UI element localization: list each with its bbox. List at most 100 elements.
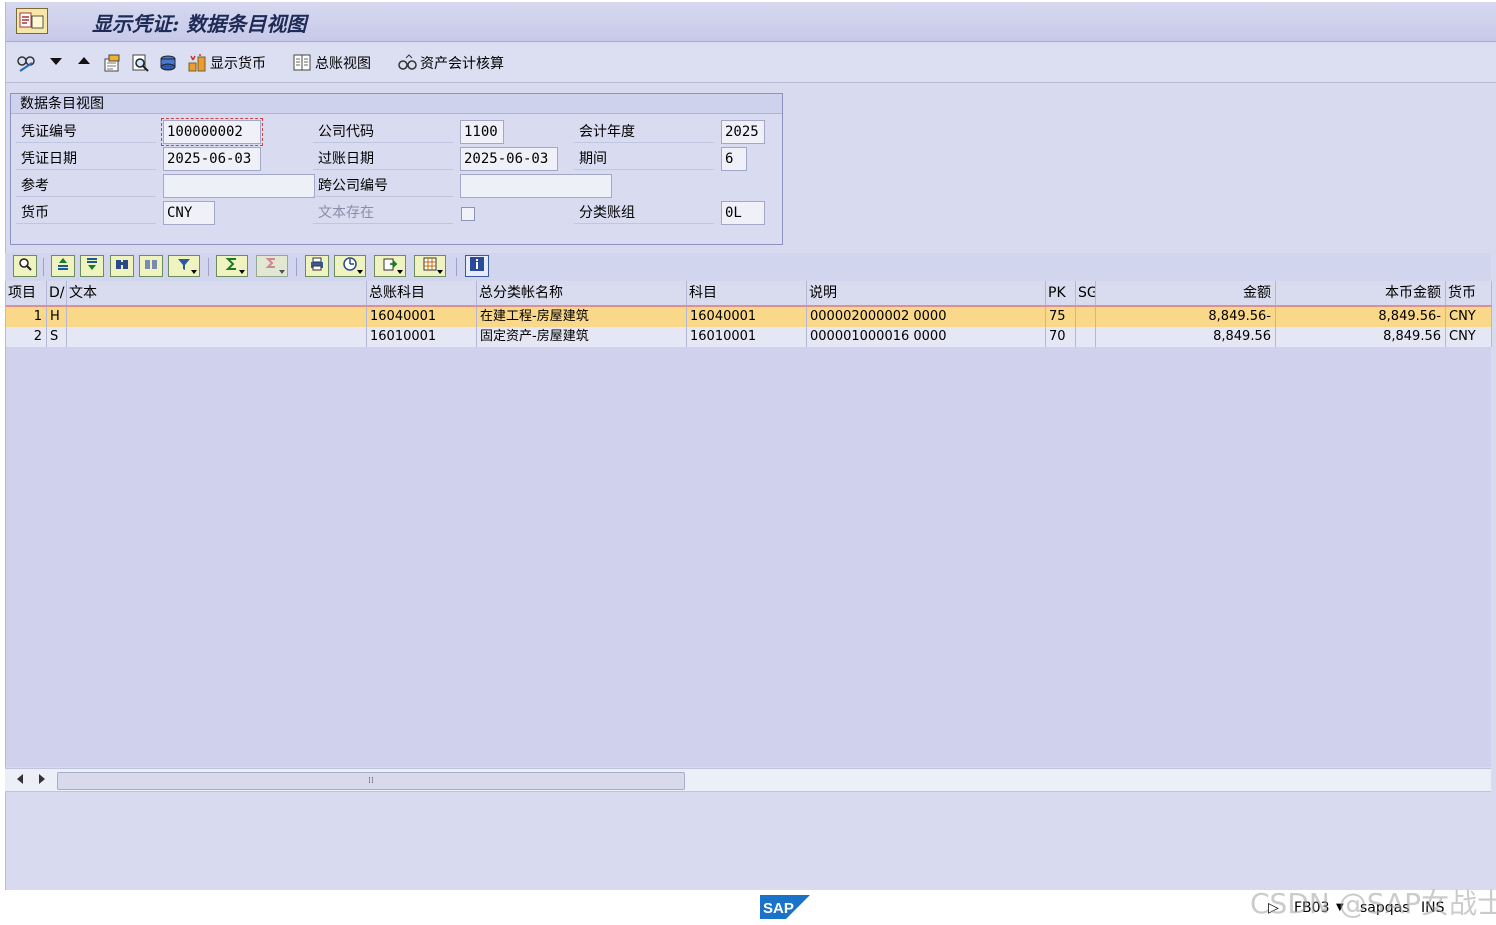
period-label: 期间 bbox=[574, 148, 714, 170]
scroll-thumb[interactable]: ⁞⁞ bbox=[57, 772, 685, 790]
export-icon bbox=[382, 256, 398, 276]
info-button[interactable] bbox=[465, 255, 489, 277]
col-local-amount[interactable]: 本币金额 bbox=[1276, 281, 1446, 305]
fiscal-year-field[interactable]: 2025 bbox=[721, 120, 765, 144]
transaction-icon[interactable] bbox=[16, 8, 48, 34]
col-account[interactable]: 科目 bbox=[687, 281, 807, 305]
gear-glasses-icon bbox=[397, 53, 417, 73]
cell-gl-account: 16040001 bbox=[367, 307, 477, 327]
cell-item: 1 bbox=[6, 307, 47, 327]
table-row[interactable]: 2 S 16010001 固定资产-房屋建筑 16010001 00000100… bbox=[6, 327, 1492, 347]
cross-company-field[interactable] bbox=[460, 174, 612, 198]
currency-icon bbox=[187, 53, 207, 73]
col-dc[interactable]: D/ bbox=[47, 281, 67, 305]
subtotal-button[interactable] bbox=[256, 255, 288, 277]
col-text[interactable]: 文本 bbox=[67, 281, 367, 305]
gl-view-button[interactable]: 总账视图 bbox=[292, 51, 371, 75]
cell-text bbox=[67, 307, 367, 327]
next-item-button[interactable] bbox=[48, 51, 64, 75]
printer-icon bbox=[309, 256, 325, 276]
details-button[interactable] bbox=[13, 255, 37, 277]
views-button[interactable] bbox=[334, 255, 366, 277]
cell-account: 16010001 bbox=[687, 327, 807, 347]
cell-gl-account: 16010001 bbox=[367, 327, 477, 347]
col-description[interactable]: 说明 bbox=[807, 281, 1046, 305]
doc-date-field[interactable]: 2025-06-03 bbox=[163, 147, 261, 171]
ledger-group-field[interactable]: 0L bbox=[721, 201, 765, 225]
gl-view-label: 总账视图 bbox=[315, 56, 371, 72]
display-currency-button[interactable]: 显示货币 bbox=[187, 51, 266, 75]
currency-field[interactable]: CNY bbox=[163, 201, 215, 225]
col-gl-name[interactable]: 总分类帐名称 bbox=[477, 281, 687, 305]
doc-number-label: 凭证编号 bbox=[16, 121, 156, 143]
toolbar-separator bbox=[208, 258, 209, 276]
cell-text bbox=[67, 327, 367, 347]
cell-local-amount: 8,849.56- bbox=[1276, 307, 1446, 327]
header-panel: 数据条目视图 凭证编号 100000002 公司代码 1100 会计年度 202… bbox=[10, 93, 783, 245]
alv-toolbar bbox=[5, 253, 1491, 281]
layout-button[interactable] bbox=[414, 255, 446, 277]
glasses-pencil-icon bbox=[16, 53, 36, 73]
scroll-right-icon[interactable] bbox=[39, 774, 45, 784]
views-icon bbox=[342, 256, 358, 276]
cross-company-label: 跨公司编号 bbox=[313, 175, 453, 197]
cell-description: 000002000002 0000 bbox=[807, 307, 1046, 327]
taxes-button[interactable] bbox=[158, 51, 178, 75]
ledger-group-label: 分类账组 bbox=[574, 202, 714, 224]
svg-text:SAP: SAP bbox=[763, 900, 794, 917]
fiscal-year-label: 会计年度 bbox=[574, 121, 714, 143]
col-pk[interactable]: PK bbox=[1046, 281, 1076, 305]
stack-icon bbox=[158, 53, 178, 73]
text-exists-label: 文本存在 bbox=[313, 202, 453, 224]
binoculars-plus-icon bbox=[143, 256, 159, 276]
col-sg[interactable]: SG bbox=[1076, 281, 1096, 305]
cell-gl-name: 在建工程-房屋建筑 bbox=[477, 307, 687, 327]
print-button[interactable] bbox=[305, 255, 329, 277]
sort-ascending-icon bbox=[55, 256, 71, 276]
find-next-button[interactable] bbox=[139, 255, 163, 277]
cell-amount: 8,849.56- bbox=[1096, 307, 1276, 327]
sap-logo: SAP bbox=[760, 895, 810, 919]
grid-header: 项目 D/ 文本 总账科目 总分类帐名称 科目 说明 PK SG 金额 本币金额… bbox=[6, 281, 1492, 307]
reference-field[interactable] bbox=[163, 174, 315, 198]
cell-currency: CNY bbox=[1446, 327, 1492, 347]
magnifier-document-icon bbox=[130, 53, 150, 73]
doc-number-field[interactable]: 100000002 bbox=[161, 118, 263, 146]
text-exists-checkbox[interactable] bbox=[461, 207, 475, 221]
filter-button[interactable] bbox=[168, 255, 200, 277]
horizontal-scrollbar[interactable]: ⁞⁞ bbox=[5, 768, 1491, 792]
section-title: 数据条目视图 bbox=[11, 94, 782, 114]
cell-pk: 75 bbox=[1046, 307, 1076, 327]
table-row[interactable]: 1 H 16040001 在建工程-房屋建筑 16040001 00000200… bbox=[6, 307, 1492, 327]
subtotal-icon bbox=[264, 256, 280, 276]
find-button[interactable] bbox=[110, 255, 134, 277]
period-field[interactable]: 6 bbox=[721, 147, 747, 171]
info-icon bbox=[469, 256, 485, 276]
magnifier-icon bbox=[17, 256, 33, 276]
col-amount[interactable]: 金额 bbox=[1096, 281, 1276, 305]
previous-item-button[interactable] bbox=[76, 51, 92, 75]
cell-description: 000001000016 0000 bbox=[807, 327, 1046, 347]
asset-accounting-button[interactable]: 资产会计核算 bbox=[397, 51, 504, 75]
header-button[interactable] bbox=[102, 51, 122, 75]
cell-sg bbox=[1076, 327, 1096, 347]
export-button[interactable] bbox=[374, 255, 406, 277]
ledger-icon bbox=[292, 53, 312, 73]
display-change-button[interactable] bbox=[16, 51, 36, 75]
cell-account: 16040001 bbox=[687, 307, 807, 327]
currency-label: 货币 bbox=[16, 202, 156, 224]
sort-descending-icon bbox=[84, 256, 100, 276]
sum-button[interactable] bbox=[216, 255, 248, 277]
posting-date-field[interactable]: 2025-06-03 bbox=[460, 147, 558, 171]
sort-ascending-button[interactable] bbox=[51, 255, 75, 277]
col-gl-account[interactable]: 总账科目 bbox=[367, 281, 477, 305]
sort-descending-button[interactable] bbox=[80, 255, 104, 277]
company-code-field[interactable]: 1100 bbox=[460, 120, 504, 144]
company-code-label: 公司代码 bbox=[313, 121, 453, 143]
col-item[interactable]: 项目 bbox=[6, 281, 47, 305]
reference-label: 参考 bbox=[16, 175, 156, 197]
col-currency[interactable]: 货币 bbox=[1446, 281, 1492, 305]
watermark: CSDN @SAP女战士 bbox=[1250, 887, 1496, 920]
scroll-left-icon[interactable] bbox=[17, 774, 23, 784]
search-document-button[interactable] bbox=[130, 51, 150, 75]
